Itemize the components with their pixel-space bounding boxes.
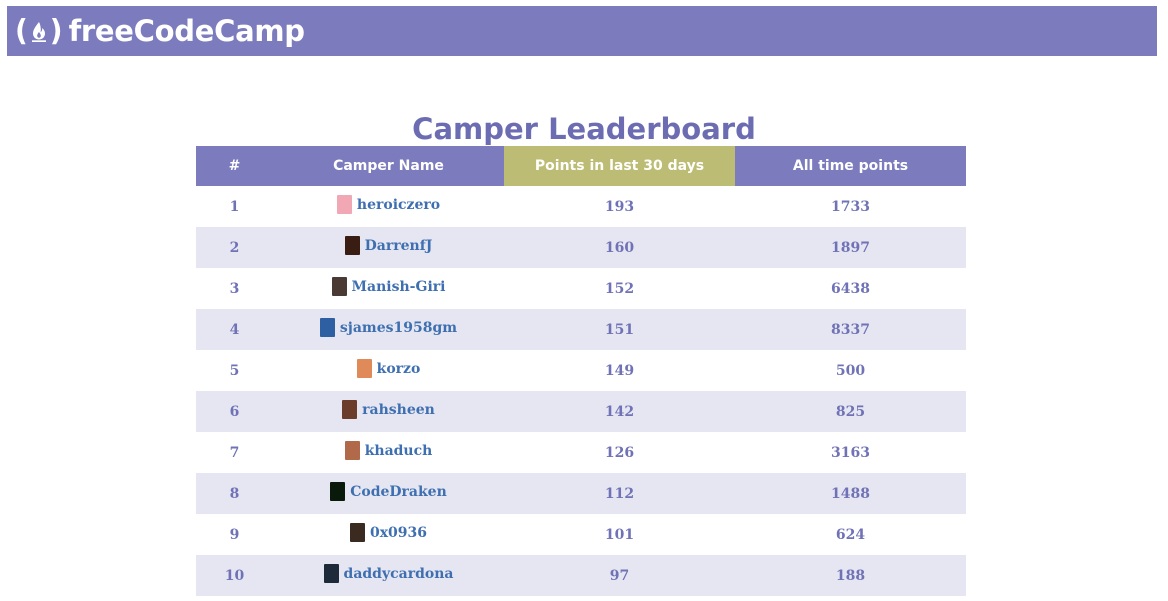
avatar[interactable] [342, 400, 358, 419]
alltime-points-cell: 1488 [735, 473, 966, 514]
table-row: 2 DarrenfJ 160 1897 [196, 227, 966, 268]
rank-cell: 6 [196, 391, 273, 432]
camper-cell: DarrenfJ [273, 227, 504, 268]
camper-cell: Manish-Giri [273, 268, 504, 309]
camper-link[interactable]: CodeDraken [350, 484, 447, 500]
camper-link[interactable]: Manish-Giri [352, 279, 446, 295]
camper-cell: daddycardona [273, 555, 504, 596]
camper-cell: CodeDraken [273, 473, 504, 514]
recent-points-cell: 97 [504, 555, 735, 596]
avatar[interactable] [330, 482, 346, 501]
recent-points-cell: 193 [604, 198, 635, 215]
header-camper-name: Camper Name [273, 146, 504, 186]
campfire-icon: ( ) [15, 13, 63, 48]
rank-cell: 2 [196, 227, 273, 268]
rank-cell: 10 [196, 555, 273, 596]
avatar[interactable] [344, 236, 360, 255]
rank-cell: 5 [229, 362, 240, 379]
rank-cell: 9 [229, 526, 240, 543]
camper-cell: sjames1958gm [273, 309, 504, 350]
leaderboard-table: # Camper Name Points in last 30 days All… [196, 146, 966, 596]
alltime-points-cell: 500 [835, 362, 866, 379]
rank-cell: 8 [196, 473, 273, 514]
camper-cell: rahsheen [273, 391, 504, 432]
page-title: Camper Leaderboard [412, 112, 756, 146]
header-rank: # [196, 146, 273, 186]
alltime-points-cell: 6438 [831, 280, 870, 297]
alltime-points-cell: 8337 [735, 309, 966, 350]
camper-cell: korzo [273, 350, 504, 391]
table-row: 5 korzo 149 500 [196, 350, 966, 391]
table-row: 4 sjames1958gm 151 8337 [196, 309, 966, 350]
table-row: 9 0x0936 101 624 [196, 514, 966, 555]
alltime-points-cell: 1733 [831, 198, 870, 215]
camper-link[interactable]: khaduch [365, 443, 433, 459]
recent-points-cell: 112 [504, 473, 735, 514]
camper-link[interactable]: heroiczero [357, 197, 440, 213]
recent-points-cell: 126 [604, 444, 635, 461]
avatar[interactable] [356, 359, 372, 378]
rank-cell: 3 [229, 280, 240, 297]
recent-points-cell: 142 [504, 391, 735, 432]
alltime-points-cell: 188 [735, 555, 966, 596]
avatar[interactable] [319, 318, 335, 337]
alltime-points-cell: 825 [735, 391, 966, 432]
navbar: ( ) freeCodeCamp [7, 6, 1157, 56]
brand-logo[interactable]: ( ) freeCodeCamp [15, 14, 305, 48]
camper-link[interactable]: daddycardona [344, 566, 454, 582]
camper-cell: 0x0936 [273, 514, 504, 555]
camper-link[interactable]: 0x0936 [370, 525, 427, 541]
table-header-row: # Camper Name Points in last 30 days All… [196, 146, 966, 186]
recent-points-cell: 160 [504, 227, 735, 268]
camper-link[interactable]: korzo [377, 361, 421, 377]
sort-recent-points-header[interactable]: Points in last 30 days [504, 146, 735, 186]
alltime-points-cell: 1897 [735, 227, 966, 268]
alltime-points-cell: 624 [835, 526, 866, 543]
rank-cell: 4 [196, 309, 273, 350]
camper-cell: heroiczero [273, 186, 504, 227]
recent-points-cell: 101 [604, 526, 635, 543]
rank-cell: 7 [229, 444, 240, 461]
table-row: 6 rahsheen 142 825 [196, 391, 966, 432]
table-row: 10 daddycardona 97 188 [196, 555, 966, 596]
recent-points-cell: 151 [504, 309, 735, 350]
camper-link[interactable]: DarrenfJ [365, 238, 433, 254]
table-row: 1 heroiczero 193 1733 [196, 186, 966, 227]
recent-points-cell: 149 [604, 362, 635, 379]
brand-name: freeCodeCamp [68, 14, 305, 48]
camper-cell: khaduch [273, 432, 504, 473]
avatar[interactable] [344, 441, 360, 460]
camper-link[interactable]: sjames1958gm [340, 320, 457, 336]
camper-link[interactable]: rahsheen [362, 402, 435, 418]
table-row: 8 CodeDraken 112 1488 [196, 473, 966, 514]
avatar[interactable] [349, 523, 365, 542]
sort-alltime-points-header[interactable]: All time points [735, 146, 966, 186]
avatar[interactable] [323, 564, 339, 583]
alltime-points-cell: 3163 [831, 444, 870, 461]
avatar[interactable] [331, 277, 347, 296]
recent-points-cell: 152 [604, 280, 635, 297]
table-row: 7 khaduch 126 3163 [196, 432, 966, 473]
avatar[interactable] [336, 195, 352, 214]
rank-cell: 1 [229, 198, 240, 215]
table-row: 3 Manish-Giri 152 6438 [196, 268, 966, 309]
